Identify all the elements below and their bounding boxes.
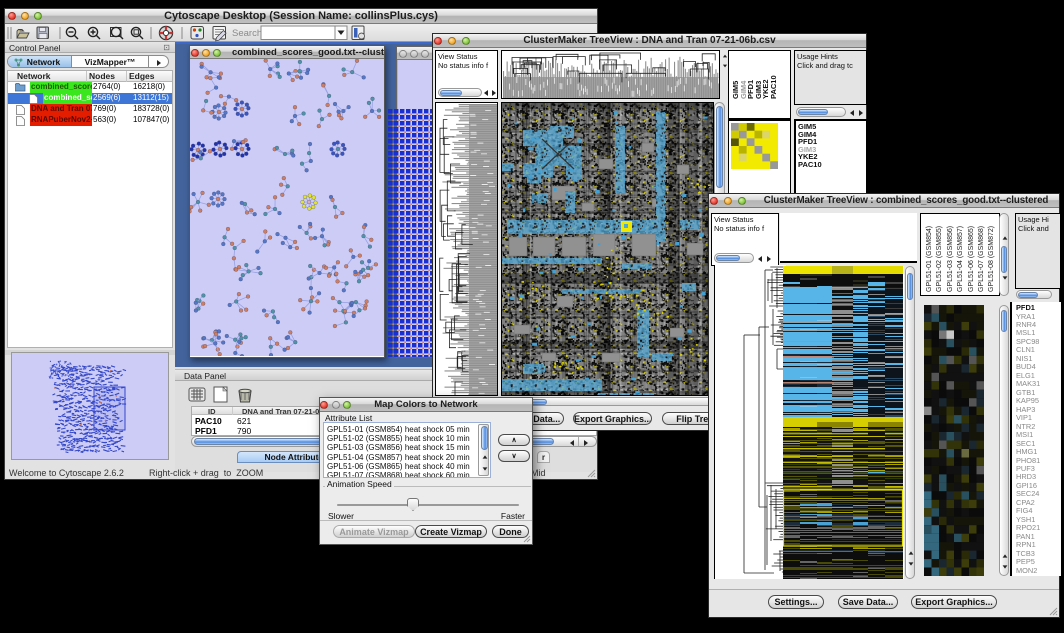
svg-text:Search:: Search:: [232, 28, 265, 39]
